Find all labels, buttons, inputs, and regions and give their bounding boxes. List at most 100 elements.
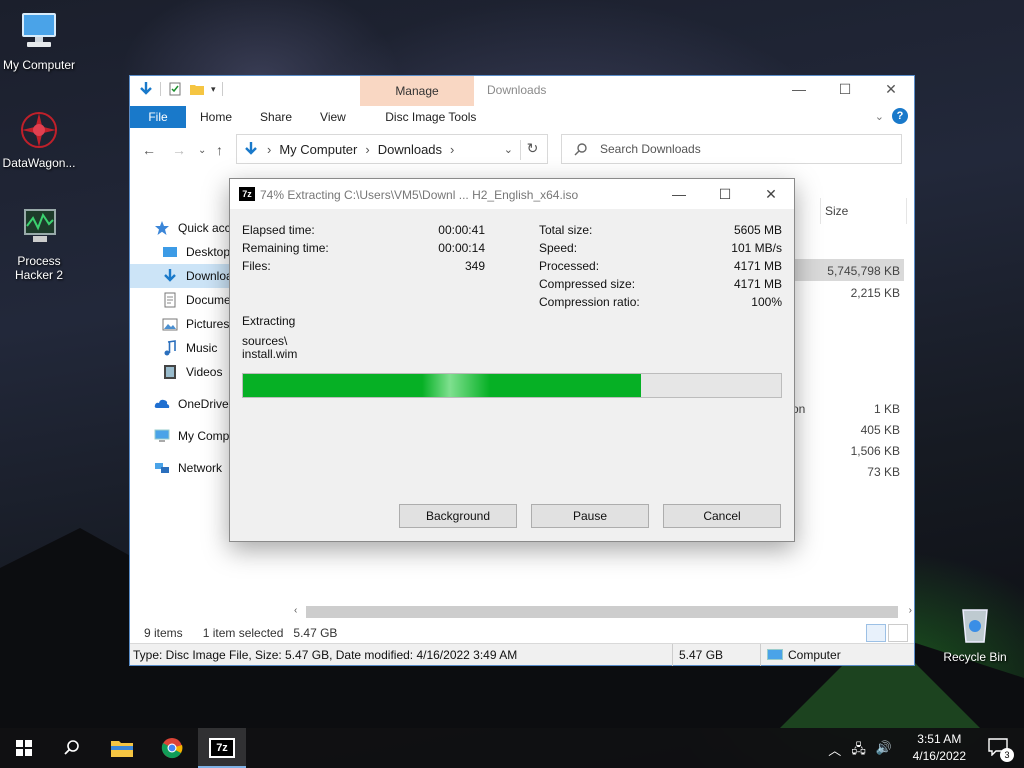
start-button[interactable]: [0, 728, 48, 768]
scrollbar-thumb[interactable]: [306, 606, 898, 618]
breadcrumb-separator-icon: ›: [365, 141, 370, 157]
recycle-bin-icon: [953, 602, 997, 646]
files-label: Files:: [242, 259, 271, 273]
clock-date: 4/16/2022: [912, 749, 966, 763]
large-icons-view-icon[interactable]: [888, 624, 908, 642]
star-icon: [155, 221, 169, 235]
compression-ratio-value: 100%: [751, 295, 782, 309]
speed-value: 101 MB/s: [731, 241, 782, 255]
sidebar-item-label: Videos: [186, 365, 223, 379]
desktop-icon-datawagon[interactable]: DataWagon...: [0, 108, 81, 170]
navigation-bar: ← → ⌄ ↑ › My Computer › Downloads › ⌄ ↻ …: [130, 134, 914, 166]
search-button[interactable]: [48, 728, 96, 768]
desktop-icon-label: My Computer: [2, 58, 76, 72]
compressed-size-label: Compressed size:: [539, 277, 636, 291]
desktop-icon-label: Process Hacker 2: [14, 254, 64, 282]
scroll-right-icon[interactable]: ›: [909, 605, 912, 616]
properties-icon[interactable]: [167, 81, 183, 97]
taskbar-chrome[interactable]: [148, 728, 196, 768]
close-button[interactable]: ✕: [868, 76, 914, 102]
minimize-button[interactable]: —: [776, 76, 822, 102]
recent-locations-icon[interactable]: ⌄: [198, 145, 206, 156]
cancel-button[interactable]: Cancel: [663, 504, 781, 528]
ribbon-tabs: File Home Share View Disc Image Tools: [130, 106, 914, 128]
desktop-icon-label: Recycle Bin: [943, 650, 1007, 664]
compression-ratio-label: Compression ratio:: [539, 295, 640, 309]
up-arrow-icon[interactable]: ↑: [216, 142, 223, 158]
network-icon[interactable]: 🖧: [851, 740, 866, 762]
progress-fill: [243, 374, 642, 397]
breadcrumb-my-computer[interactable]: My Computer: [279, 142, 357, 157]
notification-center-icon[interactable]: 3: [988, 738, 1014, 762]
desktop-folder-icon: [163, 247, 177, 257]
clock[interactable]: 3:51 AM 4/16/2022: [913, 731, 966, 765]
tab-manage[interactable]: Manage: [360, 76, 474, 106]
qat-dropdown-icon[interactable]: ▾: [211, 84, 216, 95]
dialog-titlebar[interactable]: 7z 74% Extracting C:\Users\VM5\Downl ...…: [230, 179, 794, 209]
remaining-time-value: 00:00:14: [438, 241, 485, 255]
elapsed-time-value: 00:00:41: [438, 223, 485, 237]
desktop-icon-recycle-bin[interactable]: Recycle Bin: [933, 602, 1017, 664]
breadcrumb-downloads[interactable]: Downloads: [378, 142, 442, 157]
maximize-button[interactable]: ☐: [702, 179, 748, 209]
sidebar-item-label: Network: [178, 461, 223, 475]
datawagon-icon: [17, 108, 61, 152]
explorer-titlebar[interactable]: ▾ Manage Downloads — ☐ ✕: [130, 76, 914, 106]
quick-access-toolbar: ▾: [138, 81, 223, 97]
column-separator[interactable]: [820, 198, 821, 224]
column-separator[interactable]: [906, 198, 907, 224]
expand-ribbon-icon[interactable]: ⌄: [875, 110, 884, 123]
downloads-folder-icon: [245, 142, 257, 155]
volume-icon[interactable]: 🔊: [876, 740, 892, 762]
pause-button[interactable]: Pause: [531, 504, 649, 528]
forward-arrow-icon[interactable]: →: [172, 142, 186, 158]
system-tray: ︿ 🖧 🔊: [828, 740, 892, 762]
total-size-value: 5605 MB: [733, 223, 782, 237]
extract-progress-dialog[interactable]: 7z 74% Extracting C:\Users\VM5\Downl ...…: [229, 178, 795, 542]
scroll-left-icon[interactable]: ‹: [294, 605, 297, 616]
network-icon: [155, 463, 169, 473]
tab-file[interactable]: File: [130, 106, 186, 128]
operation-label: Extracting: [242, 314, 296, 328]
sidebar-item-label: OneDrive: [178, 397, 229, 411]
processed-label: Processed:: [539, 259, 600, 273]
file-size: 2,215 KB: [850, 286, 900, 300]
column-header-size[interactable]: Size: [825, 204, 848, 218]
taskbar-7zip[interactable]: 7z: [198, 728, 246, 768]
search-icon: [574, 143, 587, 156]
taskbar: 7z ︿ 🖧 🔊 3:51 AM 4/16/2022 3: [0, 728, 1024, 768]
close-button[interactable]: ✕: [748, 179, 794, 209]
taskbar-file-explorer[interactable]: [98, 728, 146, 768]
background-button[interactable]: Background: [399, 504, 517, 528]
details-view-icon[interactable]: [866, 624, 886, 642]
chevron-up-icon[interactable]: ︿: [828, 740, 841, 762]
desktop-icon-my-computer[interactable]: My Computer: [0, 10, 81, 72]
back-arrow-icon[interactable]: ←: [142, 142, 156, 158]
maximize-button[interactable]: ☐: [822, 76, 868, 102]
minimize-button[interactable]: —: [656, 179, 702, 209]
search-box[interactable]: Search Downloads: [561, 134, 902, 164]
address-dropdown-icon[interactable]: ⌄: [504, 143, 513, 156]
clock-time: 3:51 AM: [917, 732, 962, 746]
file-size: 1 KB: [873, 402, 900, 416]
sidebar-item-label: Music: [186, 341, 218, 355]
notification-badge: 3: [1000, 748, 1014, 762]
horizontal-scrollbar[interactable]: ‹ ›: [290, 605, 914, 619]
location-status: Computer: [788, 648, 841, 662]
tab-share[interactable]: Share: [246, 106, 306, 128]
downloads-icon: [164, 269, 176, 282]
search-input[interactable]: Search Downloads: [600, 142, 701, 156]
tab-home[interactable]: Home: [186, 106, 246, 128]
tab-disc-image-tools[interactable]: Disc Image Tools: [374, 106, 488, 128]
help-icon[interactable]: ?: [892, 108, 908, 124]
desktop-icon-process-hacker[interactable]: Process Hacker 2: [0, 206, 81, 282]
download-arrow-icon[interactable]: [138, 81, 154, 97]
file-size: 5,745,798 KB: [827, 264, 900, 278]
computer-icon: [154, 429, 170, 442]
refresh-button[interactable]: ↻: [520, 140, 544, 160]
address-bar[interactable]: › My Computer › Downloads › ⌄: [236, 134, 548, 164]
dialog-title: 74% Extracting C:\Users\VM5\Downl ... H2…: [260, 188, 579, 202]
videos-icon: [164, 365, 176, 379]
new-folder-icon[interactable]: [189, 81, 205, 97]
tab-view[interactable]: View: [306, 106, 360, 128]
